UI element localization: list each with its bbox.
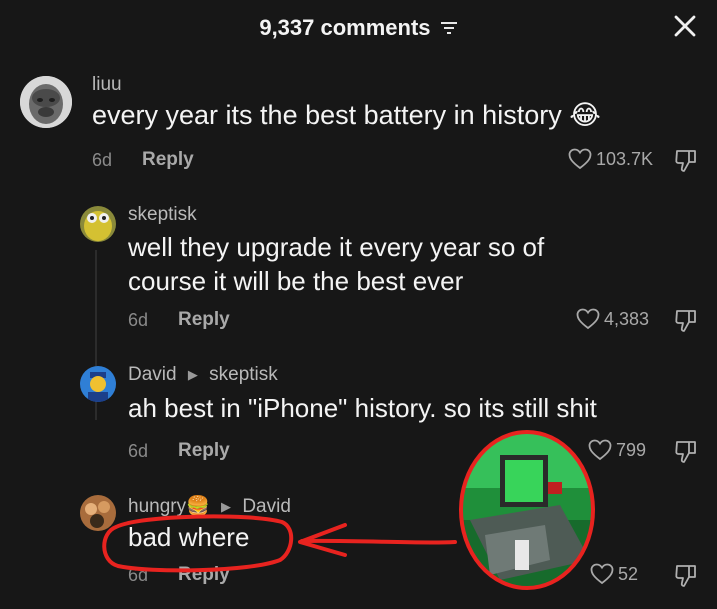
- comment-text: well they upgrade it every year so of: [128, 232, 545, 262]
- reply-button[interactable]: Reply: [178, 309, 230, 331]
- reply-button[interactable]: Reply: [178, 440, 230, 462]
- like-count: 52: [618, 563, 639, 584]
- comment-author[interactable]: hungry🍔: [128, 496, 210, 517]
- comment-username[interactable]: liuu: [92, 74, 122, 96]
- comment-timestamp: 6d: [128, 310, 149, 330]
- comment-text: bad where: [128, 522, 250, 552]
- reply-button[interactable]: Reply: [178, 564, 230, 586]
- dislike-icon[interactable]: [674, 563, 700, 589]
- like-button[interactable]: 4,383: [576, 308, 649, 330]
- avatar[interactable]: [80, 366, 116, 402]
- avatar[interactable]: [80, 495, 116, 531]
- like-count: 4,383: [604, 308, 650, 329]
- heart-icon: [590, 563, 614, 585]
- like-button[interactable]: 799: [588, 439, 646, 461]
- comment-author[interactable]: David: [128, 364, 177, 385]
- dislike-icon[interactable]: [674, 308, 700, 334]
- dislike-icon[interactable]: [674, 148, 700, 174]
- reply-arrow-icon: ▶: [221, 498, 232, 514]
- heart-icon: [588, 439, 612, 461]
- dislike-icon[interactable]: [674, 439, 700, 465]
- avatar[interactable]: [80, 206, 116, 242]
- comment-count: 9,337 comments: [259, 15, 431, 41]
- reply-arrow-icon: ▶: [187, 366, 198, 382]
- avatar[interactable]: [20, 76, 72, 128]
- like-count: 799: [616, 439, 647, 460]
- header-title: 9,337 comments: [0, 14, 717, 41]
- annotation-arrow: [300, 538, 457, 545]
- annotation-arrowhead: [298, 523, 347, 557]
- comment-username[interactable]: David ▶ skeptisk: [128, 364, 278, 386]
- comments-header: 9,337 comments: [0, 0, 717, 54]
- heart-icon: [576, 308, 600, 330]
- like-count: 103.7K: [596, 148, 654, 169]
- comment-text: ah best in "iPhone" history. so its stil…: [128, 393, 597, 423]
- comment-text: every year its the best battery in histo…: [92, 100, 601, 130]
- close-icon[interactable]: [673, 14, 697, 38]
- sort-filter-icon[interactable]: [440, 20, 458, 36]
- comment-timestamp: 6d: [92, 150, 113, 170]
- like-button[interactable]: 103.7K: [568, 148, 653, 170]
- reply-target[interactable]: skeptisk: [209, 364, 278, 385]
- comment-timestamp: 6d: [128, 441, 149, 461]
- comment-username[interactable]: skeptisk: [128, 204, 197, 226]
- comment-text: course it will be the best ever: [128, 266, 464, 296]
- meme-sticker-image: [459, 430, 595, 590]
- reply-button[interactable]: Reply: [142, 149, 194, 171]
- reply-target[interactable]: David: [242, 496, 291, 517]
- heart-icon: [568, 148, 592, 170]
- comment-timestamp: 6d: [128, 565, 149, 585]
- comment-username[interactable]: hungry🍔 ▶ David: [128, 494, 291, 518]
- like-button[interactable]: 52: [590, 563, 638, 585]
